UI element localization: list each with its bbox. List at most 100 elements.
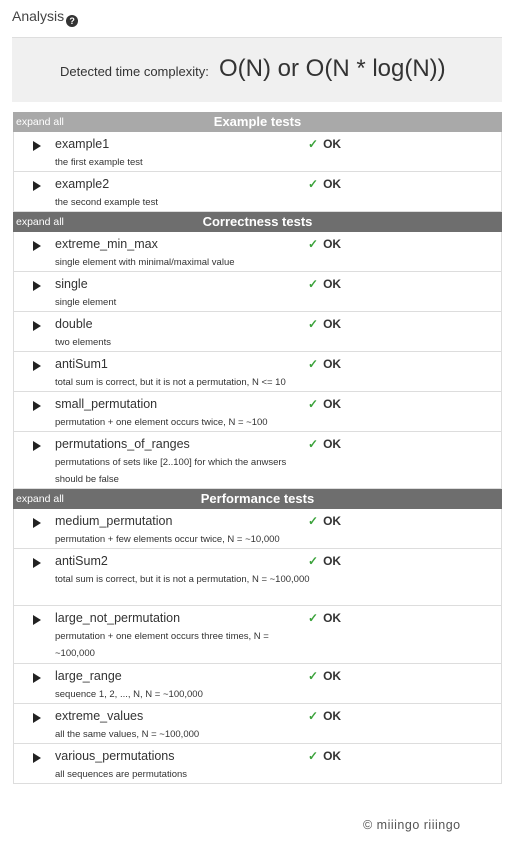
result-label: OK <box>323 137 342 151</box>
test-row[interactable]: single single element ✓ OK <box>13 272 502 312</box>
test-row[interactable]: large_range sequence 1, 2, ..., N, N = ~… <box>13 664 502 704</box>
check-icon: ✓ <box>308 357 319 371</box>
test-name: example1 <box>55 137 110 151</box>
expand-triangle-icon[interactable] <box>33 361 41 371</box>
group-header-example-tests: expand all Example tests <box>13 112 502 132</box>
expand-triangle-icon[interactable] <box>33 753 41 763</box>
test-result: ✓ OK <box>308 749 341 763</box>
expand-triangle-icon[interactable] <box>33 281 41 291</box>
test-row[interactable]: medium_permutation permutation + few ele… <box>13 509 502 549</box>
check-icon: ✓ <box>308 437 319 451</box>
test-result: ✓ OK <box>308 611 341 625</box>
test-description: two elements <box>55 337 111 348</box>
test-description: the second example test <box>55 197 158 208</box>
test-description: all sequences are permutations <box>55 769 188 780</box>
test-result: ✓ OK <box>308 357 341 371</box>
test-row[interactable]: example2 the second example test ✓ OK <box>13 172 502 212</box>
test-row[interactable]: extreme_min_max single element with mini… <box>13 232 502 272</box>
result-label: OK <box>323 709 342 723</box>
check-icon: ✓ <box>308 749 319 763</box>
test-result: ✓ OK <box>308 709 341 723</box>
test-description: permutations of sets like [2..100] for w… <box>55 457 287 485</box>
check-icon: ✓ <box>308 514 319 528</box>
expand-triangle-icon[interactable] <box>33 181 41 191</box>
test-result: ✓ OK <box>308 514 341 528</box>
expand-triangle-icon[interactable] <box>33 673 41 683</box>
expand-triangle-icon[interactable] <box>33 401 41 411</box>
expand-triangle-icon[interactable] <box>33 615 41 625</box>
expand-all-link[interactable]: expand all <box>16 216 64 228</box>
test-row[interactable]: antiSum1 total sum is correct, but it is… <box>13 352 502 392</box>
test-result: ✓ OK <box>308 437 341 451</box>
result-label: OK <box>323 611 342 625</box>
result-label: OK <box>323 669 342 683</box>
test-name: antiSum1 <box>55 357 108 371</box>
result-label: OK <box>323 357 342 371</box>
test-description: total sum is correct, but it is not a pe… <box>55 377 286 388</box>
test-result: ✓ OK <box>308 554 341 568</box>
test-description: the first example test <box>55 157 143 168</box>
test-row[interactable]: permutations_of_ranges permutations of s… <box>13 432 502 489</box>
test-name: extreme_values <box>55 709 144 723</box>
test-row[interactable]: extreme_values all the same values, N = … <box>13 704 502 744</box>
help-icon[interactable]: ? <box>66 15 79 27</box>
result-label: OK <box>323 514 342 528</box>
expand-triangle-icon[interactable] <box>33 241 41 251</box>
test-name: large_not_permutation <box>55 611 181 625</box>
test-description: single element with minimal/maximal valu… <box>55 257 235 268</box>
test-row[interactable]: large_not_permutation permutation + one … <box>13 606 502 664</box>
result-label: OK <box>323 397 342 411</box>
check-icon: ✓ <box>308 317 319 331</box>
analysis-heading: Analysis? <box>12 8 79 27</box>
expand-all-link[interactable]: expand all <box>16 116 64 128</box>
check-icon: ✓ <box>308 277 319 291</box>
result-label: OK <box>323 317 342 331</box>
test-row[interactable]: various_permutations all sequences are p… <box>13 744 502 784</box>
check-icon: ✓ <box>308 669 319 683</box>
test-name: large_range <box>55 669 122 683</box>
test-result: ✓ OK <box>308 397 341 411</box>
check-icon: ✓ <box>308 709 319 723</box>
group-title: Performance tests <box>200 491 315 506</box>
test-result: ✓ OK <box>308 177 341 191</box>
expand-triangle-icon[interactable] <box>33 713 41 723</box>
test-name: medium_permutation <box>55 514 173 528</box>
footer-logo: © miiingo riiingo <box>363 818 461 832</box>
check-icon: ✓ <box>308 397 319 411</box>
test-result: ✓ OK <box>308 669 341 683</box>
test-name: extreme_min_max <box>55 237 158 251</box>
test-name: antiSum2 <box>55 554 108 568</box>
expand-triangle-icon[interactable] <box>33 558 41 568</box>
test-result: ✓ OK <box>308 137 341 151</box>
check-icon: ✓ <box>308 554 319 568</box>
test-name: permutations_of_ranges <box>55 437 190 451</box>
test-row[interactable]: antiSum2 total sum is correct, but it is… <box>13 549 502 606</box>
group-header-performance-tests: expand all Performance tests <box>13 489 502 509</box>
test-result: ✓ OK <box>308 277 341 291</box>
test-name: small_permutation <box>55 397 158 411</box>
test-row[interactable]: double two elements ✓ OK <box>13 312 502 352</box>
group-title: Correctness tests <box>202 214 313 229</box>
expand-triangle-icon[interactable] <box>33 441 41 451</box>
test-name: double <box>55 317 93 331</box>
check-icon: ✓ <box>308 237 319 251</box>
result-label: OK <box>323 749 342 763</box>
expand-triangle-icon[interactable] <box>33 321 41 331</box>
complexity-box: Detected time complexity: O(N) or O(N * … <box>12 37 502 102</box>
test-description: single element <box>55 297 117 308</box>
complexity-label: Detected time complexity: <box>60 64 209 79</box>
test-row[interactable]: example1 the first example test ✓ OK <box>13 132 502 172</box>
test-name: single <box>55 277 88 291</box>
group-title: Example tests <box>213 114 302 129</box>
test-description: permutation + one element occurs twice, … <box>55 417 268 428</box>
test-results: expand all Example tests example1 the fi… <box>13 112 502 784</box>
expand-all-link[interactable]: expand all <box>16 493 64 505</box>
test-name: various_permutations <box>55 749 175 763</box>
result-label: OK <box>323 237 342 251</box>
expand-triangle-icon[interactable] <box>33 518 41 528</box>
result-label: OK <box>323 554 342 568</box>
expand-triangle-icon[interactable] <box>33 141 41 151</box>
check-icon: ✓ <box>308 177 319 191</box>
test-row[interactable]: small_permutation permutation + one elem… <box>13 392 502 432</box>
test-description: permutation + one element occurs three t… <box>55 631 269 659</box>
